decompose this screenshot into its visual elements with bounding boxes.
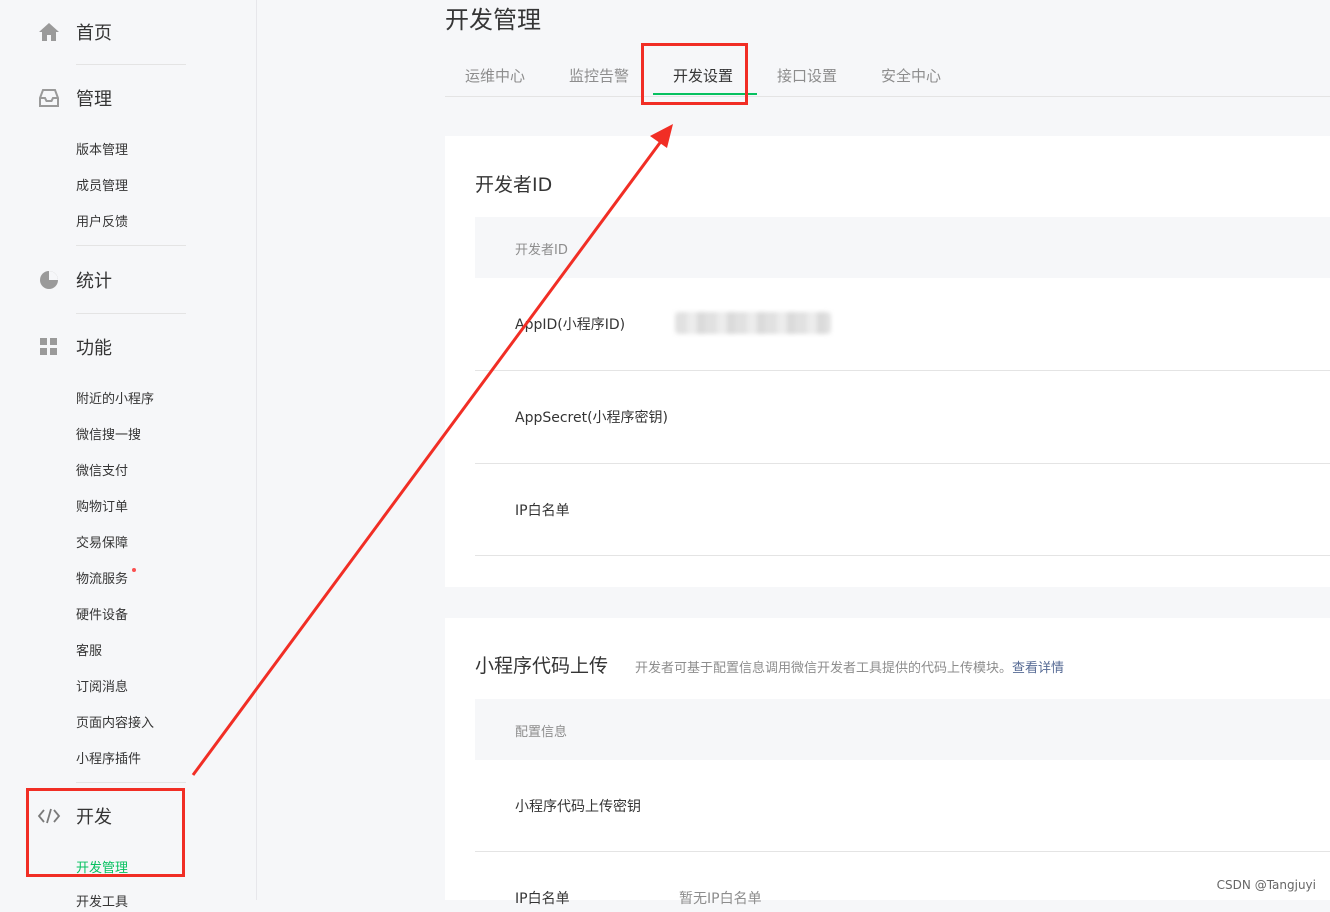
annotation-arrow	[191, 124, 673, 776]
watermark: CSDN @Tangjuyi	[1216, 878, 1316, 892]
